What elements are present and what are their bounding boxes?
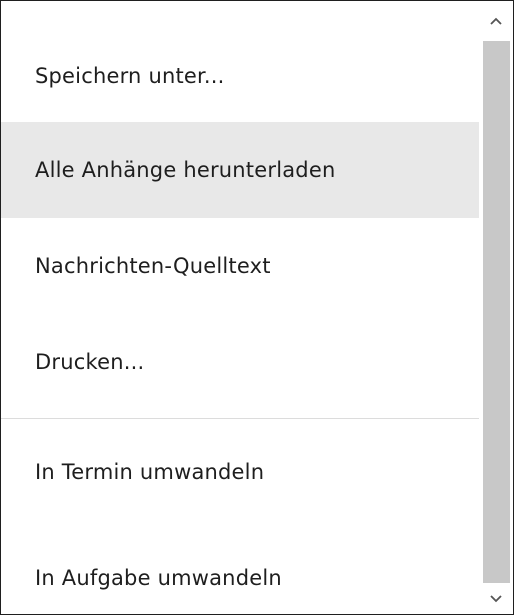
scrollbar-thumb[interactable] <box>483 41 510 583</box>
menu-item-convert-to-task[interactable]: In Aufgabe umwandeln <box>1 530 479 614</box>
menu-item-download-all-attachments[interactable]: Alle Anhänge herunterladen <box>1 122 479 218</box>
menu-item-save-as[interactable]: Speichern unter... <box>1 28 479 124</box>
menu-divider <box>1 418 479 419</box>
scroll-up-button[interactable] <box>479 1 513 41</box>
menu-item-convert-to-appointment[interactable]: In Termin umwandeln <box>1 424 479 520</box>
chevron-up-icon <box>490 17 502 25</box>
menu-item-message-source[interactable]: Nachrichten-Quelltext <box>1 218 479 314</box>
scroll-down-button[interactable] <box>479 584 513 614</box>
context-menu: Speichern unter... Alle Anhänge herunter… <box>0 0 514 615</box>
menu-list: Speichern unter... Alle Anhänge herunter… <box>1 1 479 614</box>
scrollbar[interactable] <box>479 1 513 614</box>
chevron-down-icon <box>490 595 502 603</box>
menu-item-print[interactable]: Drucken... <box>1 314 479 410</box>
